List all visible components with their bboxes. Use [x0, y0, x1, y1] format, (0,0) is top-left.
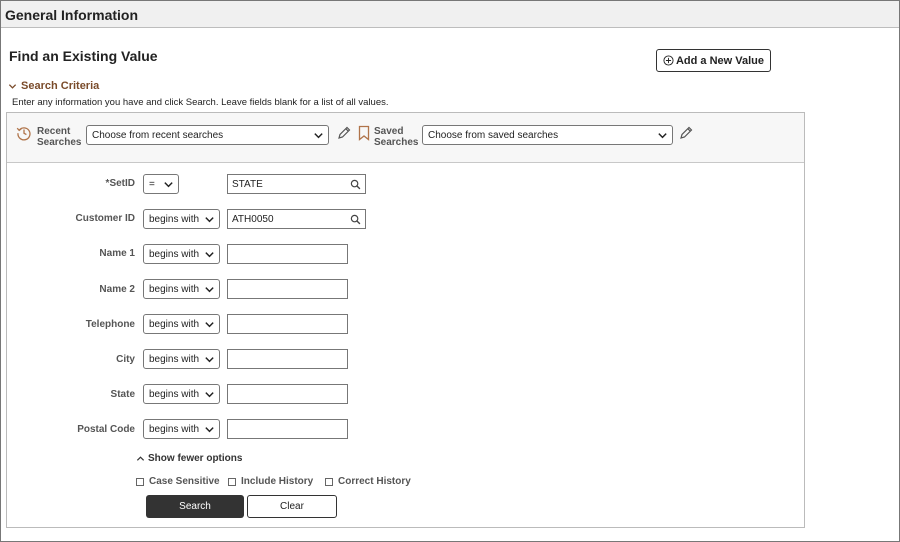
- name2-label: Name 2: [99, 284, 135, 295]
- include-history-checkbox[interactable]: Include History: [228, 476, 313, 487]
- telephone-input[interactable]: [227, 314, 348, 334]
- postal-code-label: Postal Code: [77, 424, 135, 435]
- checkbox-box[interactable]: [228, 477, 236, 486]
- chevron-down-icon: [205, 392, 214, 398]
- customer-id-input[interactable]: ATH0050: [227, 209, 366, 229]
- name2-operator-select[interactable]: begins with: [143, 279, 220, 299]
- customer-id-label: Customer ID: [75, 213, 135, 224]
- setid-input[interactable]: STATE: [227, 174, 366, 194]
- search-icon[interactable]: [350, 179, 361, 190]
- search-criteria-toggle[interactable]: Search Criteria: [8, 80, 99, 92]
- show-fewer-options-link[interactable]: Show fewer options: [136, 453, 242, 464]
- edit-recent-pencil-icon[interactable]: [336, 125, 352, 141]
- page-header: General Information: [1, 1, 899, 28]
- chevron-down-icon: [205, 322, 214, 328]
- page-title: Find an Existing Value: [9, 48, 158, 64]
- chevron-down-icon: [205, 217, 214, 223]
- add-new-value-label: Add a New Value: [675, 54, 765, 67]
- name2-input[interactable]: [227, 279, 348, 299]
- plus-circle-icon: [663, 55, 674, 66]
- city-operator-select[interactable]: begins with: [143, 349, 220, 369]
- chevron-down-icon: [658, 133, 667, 139]
- bookmark-icon: [358, 125, 370, 141]
- chevron-down-icon: [205, 287, 214, 293]
- chevron-up-icon: [136, 456, 145, 461]
- header-title: General Information: [5, 7, 139, 23]
- customer-id-operator-select[interactable]: begins with: [143, 209, 220, 229]
- city-label: City: [116, 354, 135, 365]
- recent-searches-label: Recent Searches: [37, 126, 82, 148]
- chevron-down-icon: [205, 427, 214, 433]
- history-icon: [16, 127, 31, 141]
- chevron-down-icon: [314, 133, 323, 139]
- saved-searches-select[interactable]: Choose from saved searches: [422, 125, 673, 145]
- search-icon[interactable]: [350, 214, 361, 225]
- chevron-down-icon: [205, 357, 214, 363]
- name1-input[interactable]: [227, 244, 348, 264]
- search-button[interactable]: Search: [146, 495, 244, 518]
- checkbox-box[interactable]: [325, 477, 333, 486]
- name1-operator-select[interactable]: begins with: [143, 244, 220, 264]
- chevron-down-icon: [8, 83, 17, 89]
- postal-code-input[interactable]: [227, 419, 348, 439]
- add-new-value-button[interactable]: Add a New Value: [656, 49, 771, 72]
- instructions-text: Enter any information you have and click…: [12, 97, 389, 108]
- clear-button[interactable]: Clear: [247, 495, 337, 518]
- state-operator-select[interactable]: begins with: [143, 384, 220, 404]
- state-label: State: [110, 389, 135, 400]
- name1-label: Name 1: [99, 248, 135, 259]
- telephone-label: Telephone: [85, 319, 135, 330]
- setid-label: *SetID: [105, 178, 135, 189]
- chevron-down-icon: [205, 252, 214, 258]
- city-input[interactable]: [227, 349, 348, 369]
- edit-saved-pencil-icon[interactable]: [678, 125, 694, 141]
- saved-searches-label: Saved Searches: [374, 126, 419, 148]
- telephone-operator-select[interactable]: begins with: [143, 314, 220, 334]
- state-input[interactable]: [227, 384, 348, 404]
- chevron-down-icon: [164, 182, 173, 188]
- setid-operator-select[interactable]: =: [143, 174, 179, 194]
- checkbox-box[interactable]: [136, 477, 144, 486]
- search-panel: Recent Searches Choose from recent searc…: [6, 112, 805, 528]
- postal-code-operator-select[interactable]: begins with: [143, 419, 220, 439]
- recent-searches-select[interactable]: Choose from recent searches: [86, 125, 329, 145]
- correct-history-checkbox[interactable]: Correct History: [325, 476, 411, 487]
- case-sensitive-checkbox[interactable]: Case Sensitive: [136, 476, 220, 487]
- saved-searches-bar: Recent Searches Choose from recent searc…: [7, 113, 804, 163]
- search-criteria-label: Search Criteria: [21, 80, 100, 92]
